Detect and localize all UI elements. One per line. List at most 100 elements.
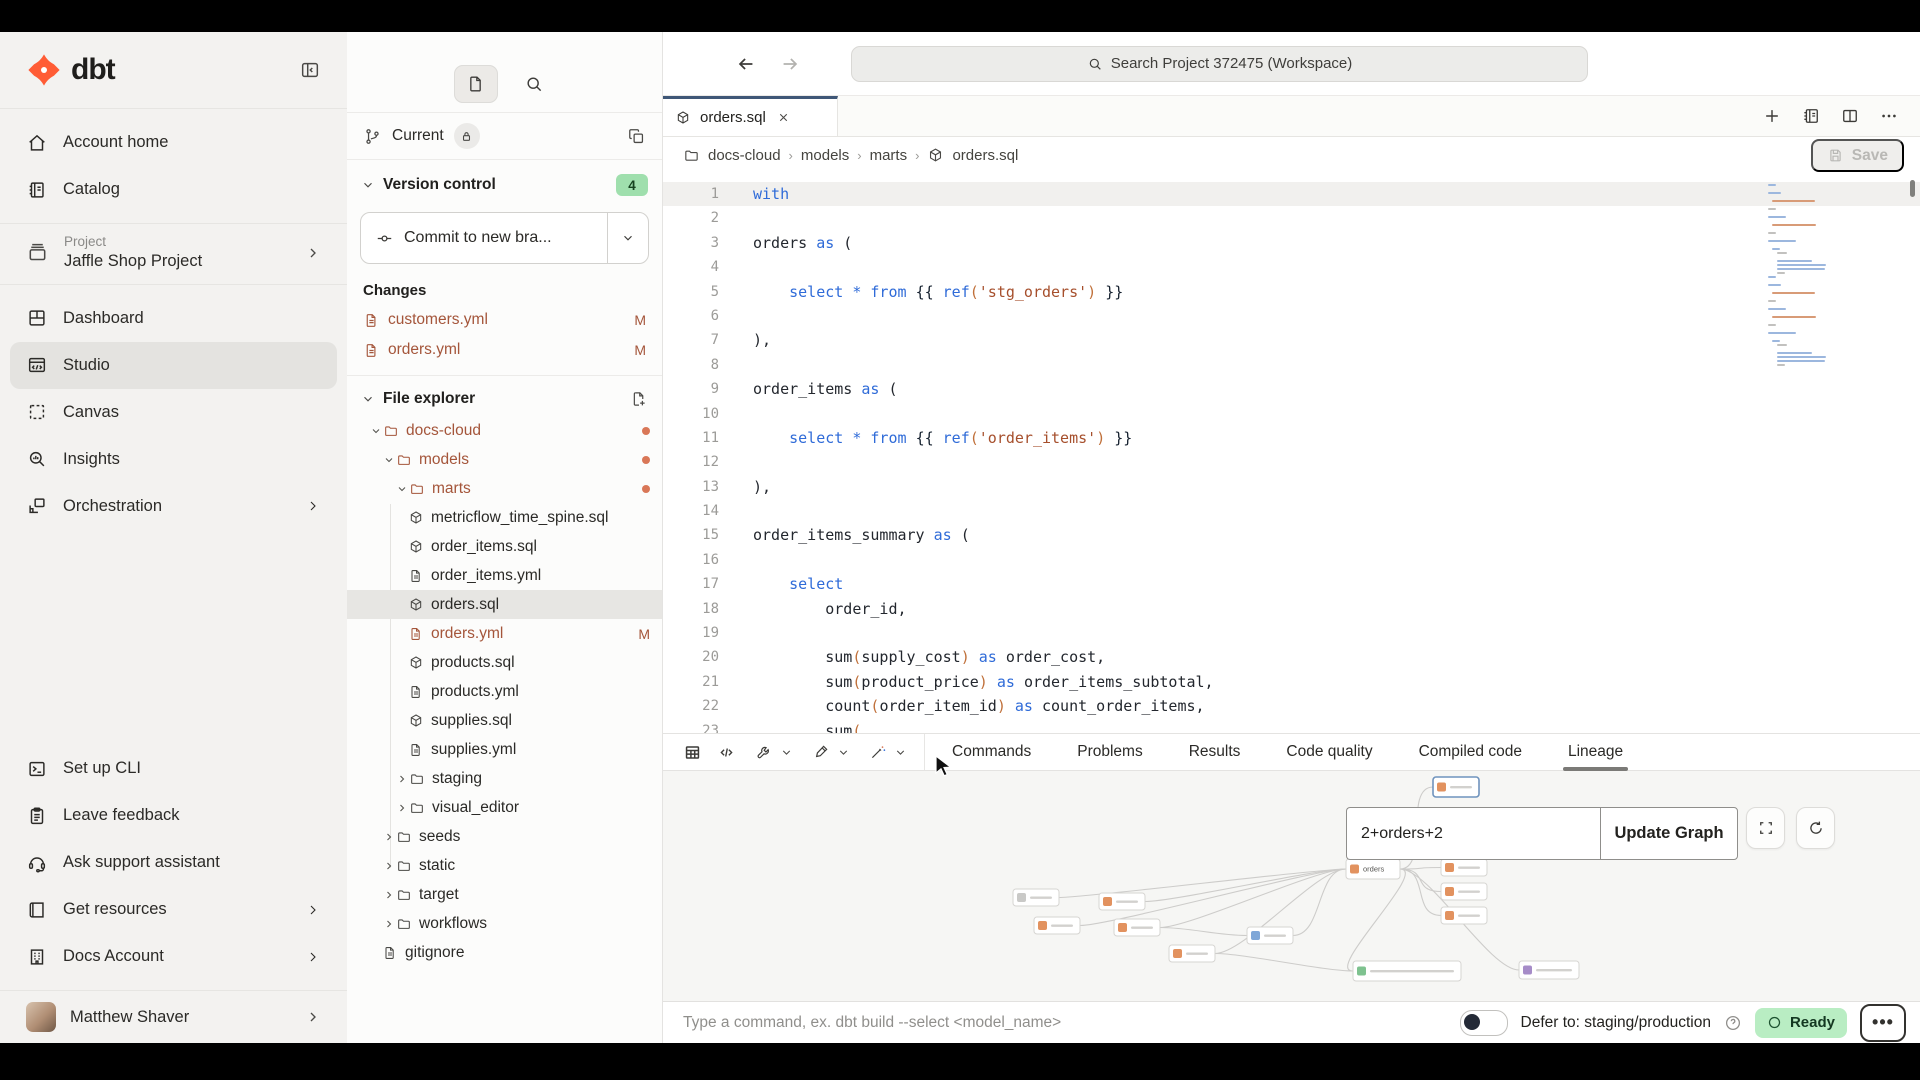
files-view-button[interactable] [454,65,498,103]
chevron-right-icon[interactable] [395,802,409,814]
new-tab-button[interactable] [1757,101,1787,131]
chevron-right-icon[interactable] [382,889,396,901]
sidebar-item-studio[interactable]: Studio [10,342,337,389]
code-compile-icon[interactable] [711,738,741,766]
lineage-node[interactable] [1099,893,1145,910]
sidebar-item-catalog[interactable]: Catalog [10,166,337,213]
refresh-button[interactable] [1796,807,1835,849]
code-editor[interactable]: 1 with 2 3 orders as ( 4 5 select * from… [663,174,1920,733]
sidebar-item-insights[interactable]: Insights [10,436,337,483]
sidebar-item-leave-feedback[interactable]: Leave feedback [10,792,337,839]
tree-item-static[interactable]: static [347,851,662,880]
breadcrumb-item[interactable]: marts [870,147,908,164]
tree-item-docs-cloud[interactable]: docs-cloud [347,416,662,445]
lineage-node[interactable] [1519,961,1579,979]
tree-item-gitignore[interactable]: gitignore [347,938,662,967]
sidebar-item-get-resources[interactable]: Get resources [10,886,337,933]
fullscreen-button[interactable] [1746,807,1785,849]
tree-item-products.sql[interactable]: products.sql [347,648,662,677]
lineage-node[interactable] [1034,917,1080,934]
back-button[interactable] [735,53,757,75]
editor-scrollbar[interactable] [1910,180,1915,197]
chevron-down-icon[interactable] [894,746,907,759]
tree-item-staging[interactable]: staging [347,764,662,793]
sidebar-item-canvas[interactable]: Canvas [10,389,337,436]
branch-row[interactable]: Current [347,113,662,160]
tab-orders-sql[interactable]: orders.sql [663,96,838,136]
commit-options-button[interactable] [607,213,648,263]
lineage-node[interactable] [1441,883,1487,900]
chevron-right-icon[interactable] [395,773,409,785]
tree-item-order_items.sql[interactable]: order_items.sql [347,532,662,561]
help-icon[interactable] [1724,1014,1742,1032]
lineage-selector-input[interactable] [1346,807,1600,860]
tree-item-workflows[interactable]: workflows [347,909,662,938]
new-file-icon[interactable] [630,390,648,408]
tree-item-metricflow_time_spine.sql[interactable]: metricflow_time_spine.sql [347,503,662,532]
breadcrumb-item[interactable]: models [801,147,849,164]
lineage-node[interactable] [1353,961,1461,981]
lineage-graph[interactable]: orders [663,771,1920,1001]
ide-options-button[interactable]: ••• [1860,1004,1906,1042]
lineage-node[interactable] [1433,777,1479,797]
sidebar-item-docs-account[interactable]: Docs Account [10,933,337,980]
lineage-node-orders[interactable]: orders [1346,859,1400,879]
search-files-button[interactable] [512,65,556,103]
chevron-right-icon[interactable] [382,831,396,843]
panel-tab-code-quality[interactable]: Code quality [1263,734,1395,770]
project-search-bar[interactable]: Search Project 372475 (Workspace) [851,46,1588,82]
panel-tab-problems[interactable]: Problems [1054,734,1165,770]
breadcrumb-item[interactable]: docs-cloud [708,147,781,164]
commit-button[interactable]: Commit to new bra... [361,213,607,263]
tree-item-supplies.yml[interactable]: supplies.yml [347,735,662,764]
save-button[interactable]: Save [1811,139,1904,172]
tree-item-orders.yml[interactable]: orders.yml M [347,619,662,648]
lineage-node[interactable] [1441,859,1487,876]
lineage-node[interactable] [1114,919,1160,936]
lineage-node[interactable] [1441,907,1487,924]
lineage-node[interactable] [1013,889,1059,906]
breadcrumb-item[interactable]: orders.sql [952,147,1018,164]
lineage-panel[interactable]: orders [663,771,1920,1001]
sidebar-item-account-home[interactable]: Account home [10,119,337,166]
copy-icon[interactable] [627,127,646,146]
format-brush-icon[interactable] [807,738,835,766]
tree-item-target[interactable]: target [347,880,662,909]
tree-item-seeds[interactable]: seeds [347,822,662,851]
chevron-right-icon[interactable] [382,860,396,872]
update-graph-button[interactable]: Update Graph [1600,807,1738,860]
sidebar-user[interactable]: Matthew Shaver [0,990,347,1043]
tree-item-products.yml[interactable]: products.yml [347,677,662,706]
lineage-node[interactable] [1247,927,1293,944]
more-options-button[interactable] [1874,101,1904,131]
sidebar-project[interactable]: Project Jaffle Shop Project [0,224,347,284]
status-ready-badge[interactable]: Ready [1755,1008,1847,1038]
chevron-down-icon[interactable] [837,746,850,759]
tree-item-marts[interactable]: marts [347,474,662,503]
file-explorer-header[interactable]: File explorer [347,376,662,416]
results-table-icon[interactable] [677,738,707,766]
sidebar-item-setup-cli[interactable]: Set up CLI [10,745,337,792]
chevron-down-icon[interactable] [382,454,396,466]
notebook-button[interactable] [1796,101,1826,131]
defer-toggle[interactable] [1460,1010,1508,1036]
split-editor-button[interactable] [1835,101,1865,131]
sidebar-item-ask-support[interactable]: Ask support assistant [10,839,337,886]
command-input[interactable]: Type a command, ex. dbt build --select <… [683,1014,1460,1032]
sidebar-item-dashboard[interactable]: Dashboard [10,295,337,342]
chevron-right-icon[interactable] [382,918,396,930]
lineage-node[interactable] [1169,945,1215,962]
build-wrench-icon[interactable] [750,738,778,766]
changed-file-customers.yml[interactable]: customers.yml M [347,305,662,335]
chevron-down-icon[interactable] [395,483,409,495]
chevron-down-icon[interactable] [369,425,383,437]
tree-item-supplies.sql[interactable]: supplies.sql [347,706,662,735]
close-tab-icon[interactable] [777,111,790,124]
tree-item-orders.sql[interactable]: orders.sql [347,590,662,619]
tree-item-order_items.yml[interactable]: order_items.yml [347,561,662,590]
panel-tab-results[interactable]: Results [1166,734,1264,770]
forward-button[interactable] [779,53,801,75]
version-control-header[interactable]: Version control 4 [347,160,662,204]
tree-item-visual_editor[interactable]: visual_editor [347,793,662,822]
copilot-wand-icon[interactable] [864,738,892,766]
